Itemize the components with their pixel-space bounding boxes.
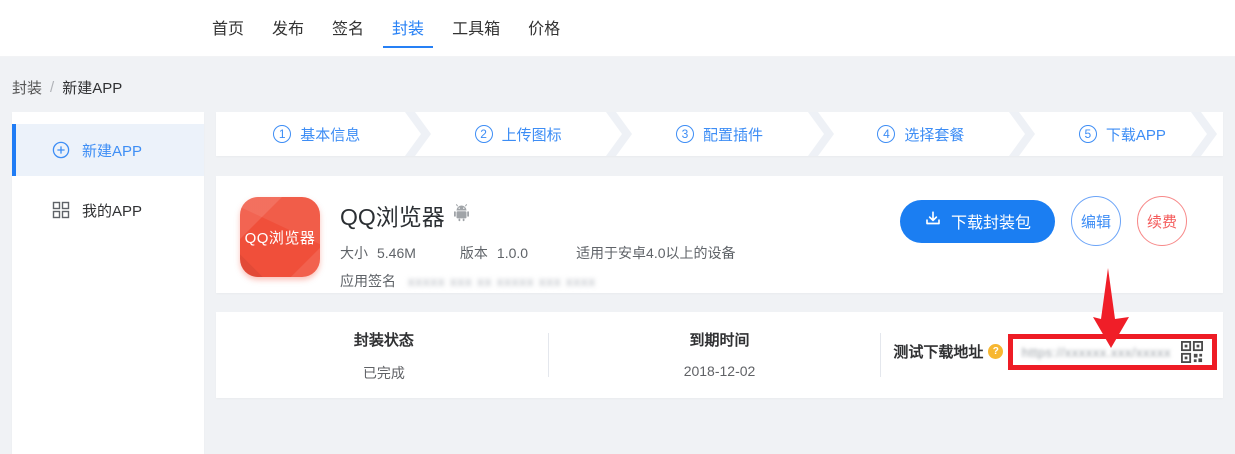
- test-download-url-masked[interactable]: https://xxxxxx.xxx/xxxxx: [1022, 345, 1171, 360]
- test-download-header-text: 测试下载地址: [893, 341, 983, 362]
- help-icon[interactable]: ?: [988, 344, 1003, 359]
- renew-button[interactable]: 续费: [1137, 196, 1187, 246]
- vertical-divider: [548, 333, 549, 377]
- top-nav: 首页 发布 签名 封装 工具箱 价格: [0, 0, 1235, 57]
- step-number: 3: [676, 125, 694, 143]
- expiry-header: 到期时间: [690, 329, 750, 350]
- sidebar-item-label: 我的APP: [82, 200, 142, 221]
- test-download-header: 测试下载地址 ?: [893, 341, 1003, 362]
- app-info: QQ浏览器: [340, 197, 736, 272]
- step-label: 配置插件: [703, 124, 763, 145]
- step-label: 选择套餐: [904, 124, 964, 145]
- step-label: 基本信息: [300, 124, 360, 145]
- version-label: 版本: [460, 243, 488, 263]
- page: 首页 发布 签名 封装 工具箱 价格 封装 / 新建APP 新建APP: [0, 0, 1235, 454]
- step-download-app[interactable]: 5 下载APP: [1022, 112, 1223, 156]
- nav-item-publish[interactable]: 发布: [263, 8, 313, 48]
- step-number: 4: [877, 125, 895, 143]
- status-col-expiry: 到期时间 2018-12-02: [552, 312, 888, 398]
- sidebar-item-my-app[interactable]: 我的APP: [12, 184, 204, 236]
- app-icon-label: QQ浏览器: [245, 227, 316, 248]
- highlight-red-box: https://xxxxxx.xxx/xxxxx: [1008, 334, 1217, 370]
- step-choose-plan[interactable]: 4 选择套餐: [820, 112, 1021, 156]
- android-icon: [453, 203, 470, 227]
- step-number: 5: [1079, 125, 1097, 143]
- signature-value-masked: xxxxx xxx xx xxxxx xxx xxxx: [408, 274, 596, 289]
- package-state-header: 封装状态: [354, 329, 414, 350]
- plus-circle-icon: [52, 141, 70, 159]
- main-content: 1 基本信息 2 上传图标 3 配置插件 4 选择套餐 5 下载APP: [216, 112, 1223, 398]
- nav-item-pricing[interactable]: 价格: [519, 8, 569, 48]
- step-number: 2: [475, 125, 493, 143]
- step-configure-plugins[interactable]: 3 配置插件: [619, 112, 820, 156]
- app-icon: QQ浏览器: [240, 197, 320, 277]
- nav-item-package[interactable]: 封装: [383, 8, 433, 48]
- card-actions: 下载封装包 编辑 续费: [900, 195, 1187, 247]
- qr-code-icon[interactable]: [1181, 341, 1203, 363]
- download-icon: [924, 210, 942, 233]
- sidebar-item-new-app[interactable]: 新建APP: [12, 124, 204, 176]
- status-col-test-download: 测试下载地址 ? https://xxxxxx.xxx/xxxxx: [887, 312, 1223, 398]
- app-title: QQ浏览器: [340, 198, 445, 232]
- nav-item-sign[interactable]: 签名: [323, 8, 373, 48]
- nav-item-toolbox[interactable]: 工具箱: [443, 8, 509, 48]
- step-upload-icon[interactable]: 2 上传图标: [417, 112, 618, 156]
- size-value: 5.46M: [377, 245, 416, 261]
- step-basic-info[interactable]: 1 基本信息: [216, 112, 417, 156]
- step-number: 1: [273, 125, 291, 143]
- grid-icon: [52, 201, 70, 219]
- download-package-button[interactable]: 下载封装包: [900, 200, 1055, 243]
- edit-button[interactable]: 编辑: [1071, 196, 1121, 246]
- step-label: 上传图标: [502, 124, 562, 145]
- breadcrumb: 封装 / 新建APP: [12, 77, 122, 98]
- vertical-divider: [880, 333, 881, 377]
- compatibility-text: 适用于安卓4.0以上的设备: [576, 243, 735, 263]
- sidebar: 新建APP 我的APP: [12, 112, 204, 454]
- step-wizard: 1 基本信息 2 上传图标 3 配置插件 4 选择套餐 5 下载APP: [216, 112, 1223, 156]
- sidebar-item-label: 新建APP: [82, 140, 142, 161]
- nav-item-home[interactable]: 首页: [203, 8, 253, 48]
- download-button-label: 下载封装包: [951, 209, 1031, 233]
- expiry-value: 2018-12-02: [552, 363, 888, 379]
- step-label: 下载APP: [1106, 124, 1166, 145]
- signature-label: 应用签名: [340, 271, 396, 291]
- app-summary-card: QQ浏览器 QQ浏览器: [216, 176, 1223, 293]
- size-label: 大小: [340, 243, 368, 263]
- breadcrumb-parent[interactable]: 封装: [12, 77, 42, 98]
- package-state-value: 已完成: [216, 363, 552, 383]
- breadcrumb-separator: /: [50, 79, 54, 96]
- status-col-package-state: 封装状态 已完成: [216, 312, 552, 398]
- version-value: 1.0.0: [497, 245, 528, 261]
- breadcrumb-current: 新建APP: [62, 77, 122, 98]
- status-card: 封装状态 已完成 到期时间 2018-12-02 测试下载地址 ? https:…: [216, 312, 1223, 398]
